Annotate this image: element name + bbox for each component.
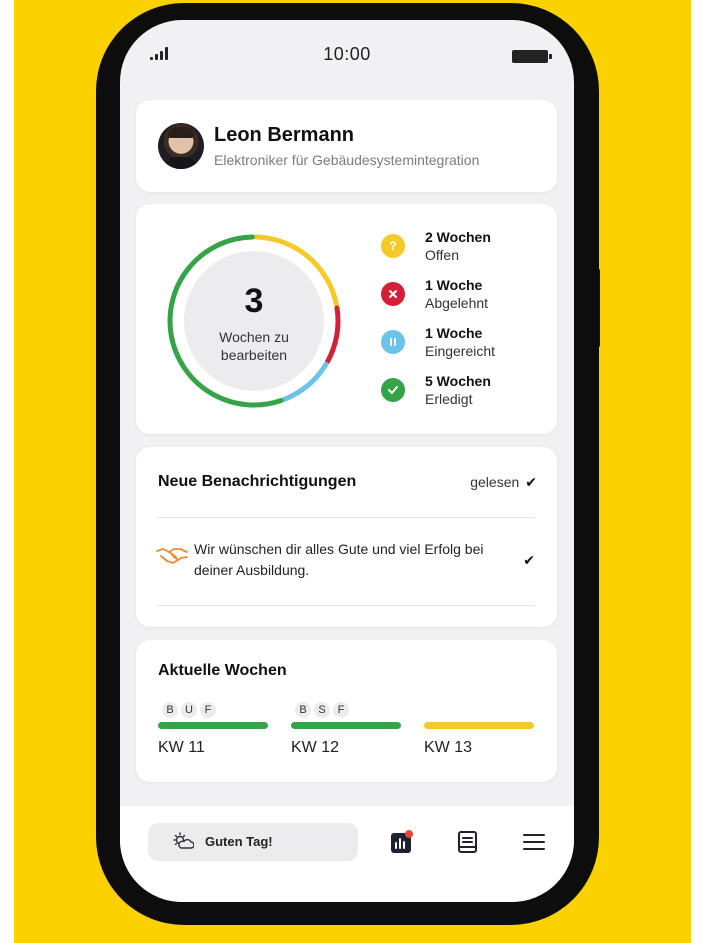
phone-screen: 10:00 Leon Bermann Elektroniker für Gebä… (120, 20, 574, 902)
legend-status: Erledigt (425, 391, 473, 407)
volume-button-mid (96, 246, 108, 302)
legend-count: 1 Woche (425, 277, 483, 293)
status-time: 10:00 (323, 44, 371, 64)
week-chip: B (295, 702, 311, 718)
week-label: KW 13 (424, 739, 473, 756)
menu-icon[interactable] (522, 832, 546, 852)
volume-button-top (96, 187, 108, 227)
week-chips: B S F (295, 702, 401, 718)
week-chips: B U F (162, 702, 268, 718)
profile-name: Leon Bermann (214, 124, 355, 146)
avatar (158, 123, 204, 169)
notifications-title: Neue Benachrichtigungen (158, 473, 357, 490)
current-weeks-title: Aktuelle Wochen (158, 662, 287, 679)
status-bar: 10:00 (120, 20, 574, 90)
divider (158, 517, 535, 518)
week-item-kw11[interactable]: B U F KW 11 (158, 702, 268, 757)
week-item-kw13[interactable]: KW 13 (424, 702, 534, 757)
power-button (588, 268, 600, 348)
notification-dot (405, 830, 413, 838)
week-chip: U (181, 702, 197, 718)
notification-text: Wir wünschen dir alles Gute und viel Erf… (194, 541, 484, 578)
divider (158, 605, 535, 606)
week-label: KW 11 (158, 739, 205, 756)
week-chips (428, 702, 534, 718)
volume-button-low (96, 320, 108, 376)
legend-item-eingereicht[interactable]: 1 Woche Eingereicht (381, 324, 495, 372)
mark-all-read-button[interactable]: gelesen ✔ (470, 474, 537, 491)
legend-status: Offen (425, 247, 459, 263)
week-progress-bar (291, 722, 401, 729)
checkmark-icon: ✔ (525, 474, 537, 490)
week-chip: F (333, 702, 349, 718)
legend-count: 1 Woche (425, 325, 483, 341)
profile-role: Elektroniker für Gebäudesystemintegratio… (214, 152, 480, 168)
week-label: KW 12 (291, 739, 340, 756)
greeting-label: Guten Tag! (205, 834, 273, 849)
sun-cloud-icon (173, 832, 194, 849)
legend-count: 2 Wochen (425, 229, 491, 245)
profile-card[interactable]: Leon Bermann Elektroniker für Gebäudesys… (136, 100, 557, 192)
week-progress-bar (158, 722, 268, 729)
legend-count: 5 Wochen (425, 373, 491, 389)
mark-read-label: gelesen (470, 474, 520, 490)
week-chip: S (314, 702, 330, 718)
battery-icon (512, 50, 552, 63)
status-ring-chart (167, 234, 341, 408)
ring-inner-disc (184, 251, 324, 391)
check-icon (381, 378, 405, 402)
week-chip: F (200, 702, 216, 718)
open-weeks-count: 3 (244, 282, 264, 320)
week-item-kw12[interactable]: B S F KW 12 (291, 702, 401, 757)
mark-notification-read-icon[interactable]: ✔ (523, 552, 535, 569)
handshake-icon (156, 548, 188, 564)
greeting-button[interactable]: Guten Tag! (148, 823, 358, 861)
legend-status: Abgelehnt (425, 295, 489, 311)
book-icon[interactable] (457, 830, 479, 854)
x-icon (381, 282, 405, 306)
week-summary-card[interactable]: 3 Wochen zu bearbeiten ? 2 Wochen Offen … (136, 204, 557, 434)
legend-item-offen[interactable]: ? 2 Wochen Offen (381, 228, 495, 276)
legend-status: Eingereicht (425, 343, 496, 359)
current-weeks-card: Aktuelle Wochen B U F KW 11 B S F KW 12 … (136, 640, 557, 782)
question-icon: ? (381, 234, 405, 258)
open-weeks-label: Wochen zu bearbeiten (219, 329, 289, 363)
week-progress-bar (424, 722, 534, 729)
legend-item-erledigt[interactable]: 5 Wochen Erledigt (381, 372, 495, 420)
status-legend: ? 2 Wochen Offen 1 Woche Abgelehnt 1 Woc… (381, 228, 495, 420)
week-chip: B (162, 702, 178, 718)
legend-item-abgelehnt[interactable]: 1 Woche Abgelehnt (381, 276, 495, 324)
stats-icon[interactable] (390, 830, 414, 854)
bottom-navigation: Guten Tag! (120, 806, 574, 902)
pause-icon (381, 330, 405, 354)
notifications-card: Neue Benachrichtigungen gelesen ✔ Wir wün… (136, 447, 557, 627)
